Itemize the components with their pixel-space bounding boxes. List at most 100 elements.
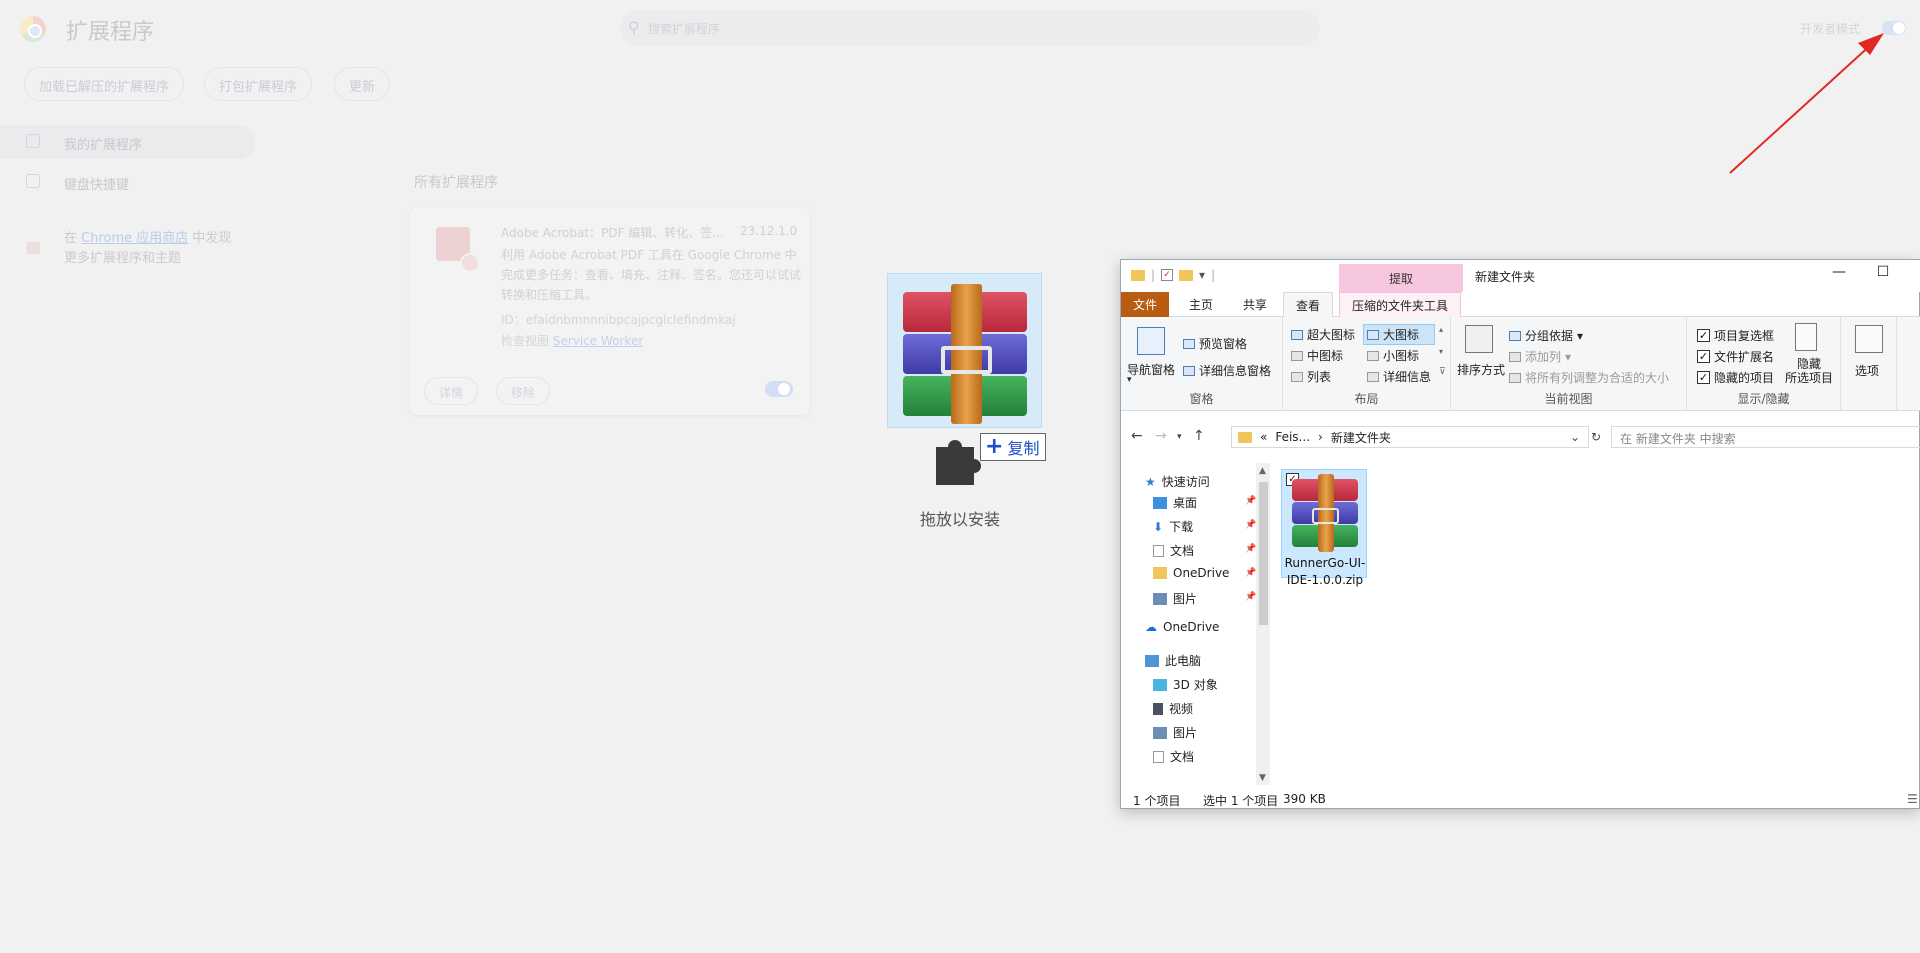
details-pane-button[interactable]: 详细信息窗格 [1183, 362, 1271, 379]
layout-list[interactable]: 列表 [1291, 368, 1331, 385]
preview-pane-button[interactable]: 预览窗格 [1183, 335, 1247, 352]
refresh-button[interactable]: ↻ [1591, 430, 1601, 444]
nav-scrollbar-thumb[interactable] [1259, 482, 1268, 625]
tab-home[interactable]: 主页 [1177, 292, 1225, 317]
selected-size: 390 KB [1283, 792, 1326, 806]
star-icon: ★ [1145, 474, 1156, 489]
navigation-pane-button[interactable]: 导航窗格 [1127, 361, 1175, 378]
minimize-button[interactable]: — [1819, 264, 1859, 288]
selected-count: 选中 1 个项目 [1203, 794, 1279, 808]
folder-icon[interactable] [1131, 269, 1145, 281]
search-input[interactable]: 在 新建文件夹 中搜索 [1611, 426, 1920, 448]
address-bar[interactable]: « Feis... › 新建文件夹 ⌄ [1231, 426, 1589, 448]
layout-small-icons[interactable]: 小图标 [1367, 347, 1419, 364]
add-column-button[interactable]: 添加列 ▾ [1509, 348, 1571, 365]
pin-icon: 📌 [1245, 592, 1257, 602]
cloud-icon: ☁ [1145, 620, 1157, 634]
scroll-down-icon[interactable]: ▾ [1439, 347, 1443, 356]
file-extensions-option[interactable]: ✓ 文件扩展名 [1697, 348, 1774, 365]
scroll-down-icon[interactable]: ▼ [1259, 773, 1266, 783]
nav-item-pictures[interactable]: 图片 [1153, 724, 1197, 741]
sort-by-icon [1465, 325, 1493, 353]
file-explorer-window: | ✓ ▾ | 提取 新建文件夹 — ☐ 文件 主页 共享 查看 压缩的文件夹工… [1120, 259, 1920, 809]
extra-large-icons-icon [1291, 329, 1303, 340]
ribbon: 导航窗格 ▾ 预览窗格 详细信息窗格 窗格 超大图标 大图标 中图标 小图标 列… [1121, 317, 1920, 411]
item-count: 1 个项目 [1133, 794, 1181, 808]
drop-to-install-label: 拖放以安装 [920, 510, 1001, 529]
layout-group: 超大图标 大图标 中图标 小图标 列表 详细信息 ▴ ▾ ⊽ 布局 [1283, 317, 1451, 411]
tab-file[interactable]: 文件 [1121, 292, 1170, 317]
window-title: 新建文件夹 [1475, 270, 1536, 284]
extract-context-tab[interactable]: 提取 [1339, 264, 1463, 292]
pin-icon: 📌 [1245, 568, 1257, 578]
group-label: 窗格 [1189, 392, 1214, 406]
tab-share[interactable]: 共享 [1231, 292, 1279, 317]
nav-item-3d-objects[interactable]: 3D 对象 [1153, 676, 1218, 693]
details-view-icon[interactable]: ☰ [1907, 792, 1918, 806]
new-folder-icon[interactable] [1179, 269, 1194, 281]
nav-item-documents[interactable]: 文档 [1153, 542, 1194, 559]
maximize-button[interactable]: ☐ [1863, 264, 1903, 288]
chevron-down-icon[interactable]: ⌄ [1570, 430, 1580, 444]
nav-item-documents-pc[interactable]: 文档 [1153, 748, 1194, 765]
show-hide-group: ✓ 项目复选框 ✓ 文件扩展名 ✓ 隐藏的项目 隐藏 所选项目 显示/隐藏 [1687, 317, 1841, 411]
scroll-up-icon[interactable]: ▴ [1439, 325, 1443, 334]
group-label: 布局 [1354, 392, 1379, 406]
layout-medium-icons[interactable]: 中图标 [1291, 347, 1343, 364]
details-pane-icon [1183, 365, 1195, 376]
item-checkboxes-option[interactable]: ✓ 项目复选框 [1697, 327, 1774, 344]
nav-item-pictures-pinned[interactable]: 图片 [1153, 590, 1197, 607]
file-name: RunnerGo-UI-IDE-1.0.0.zip [1284, 556, 1366, 587]
pictures-icon [1153, 592, 1167, 605]
group-by-button[interactable]: 分组依据 ▾ [1509, 327, 1583, 344]
more-layouts-icon[interactable]: ⊽ [1439, 367, 1446, 377]
hidden-items-option[interactable]: ✓ 隐藏的项目 [1697, 369, 1774, 386]
nav-item-quick-access[interactable]: ★ 快速访问 [1145, 473, 1210, 490]
layout-extra-large-icons[interactable]: 超大图标 [1291, 326, 1355, 343]
checkbox-checked[interactable]: ✓ [1697, 371, 1710, 384]
group-label: 当前视图 [1544, 392, 1593, 406]
copy-drop-tooltip: + 复制 [980, 433, 1047, 461]
large-icons-icon [1367, 329, 1379, 340]
layout-large-icons[interactable]: 大图标 [1363, 324, 1435, 345]
properties-icon[interactable]: ✓ [1161, 269, 1174, 281]
title-bar: | ✓ ▾ | 提取 新建文件夹 — ☐ [1121, 260, 1920, 292]
up-button[interactable]: ↑ [1193, 428, 1205, 444]
winrar-archive-icon [894, 284, 1036, 424]
document-icon [1153, 750, 1164, 763]
nav-item-downloads[interactable]: ⬇ 下载 [1153, 518, 1193, 535]
recent-locations-button[interactable]: ▾ [1177, 432, 1182, 442]
fit-columns-button[interactable]: 将所有列调整为合适的大小 [1509, 369, 1669, 386]
address-row: ← → ▾ ↑ « Feis... › 新建文件夹 ⌄ ↻ 在 新建文件夹 中搜… [1121, 422, 1920, 452]
qat-dropdown-icon[interactable]: ▾ [1199, 268, 1205, 282]
checkbox-checked[interactable]: ✓ [1697, 329, 1710, 342]
back-button[interactable]: ← [1131, 428, 1143, 444]
tab-view[interactable]: 查看 [1283, 292, 1334, 318]
add-column-icon [1509, 351, 1521, 362]
download-icon: ⬇ [1153, 519, 1164, 534]
breadcrumb-item[interactable]: Feis... [1275, 430, 1310, 444]
computer-icon [1145, 654, 1159, 667]
checkbox-checked[interactable]: ✓ [1697, 350, 1710, 363]
tab-compressed-folder-tools[interactable]: 压缩的文件夹工具 [1339, 292, 1462, 317]
group-by-icon [1509, 330, 1521, 341]
breadcrumb-overflow[interactable]: « [1260, 430, 1267, 444]
medium-icons-icon [1291, 350, 1303, 361]
group-label: 显示/隐藏 [1737, 392, 1790, 406]
nav-item-onedrive[interactable]: ☁ OneDrive [1145, 620, 1219, 634]
nav-item-videos[interactable]: 视频 [1153, 700, 1193, 717]
nav-item-this-pc[interactable]: 此电脑 [1145, 652, 1201, 669]
breadcrumb-separator[interactable]: › [1318, 430, 1323, 444]
forward-button[interactable]: → [1155, 428, 1167, 444]
sort-by-button[interactable]: 排序方式 [1457, 361, 1505, 378]
options-group: 选项 [1841, 317, 1897, 411]
layout-details[interactable]: 详细信息 [1367, 368, 1431, 385]
options-button[interactable]: 选项 [1855, 362, 1879, 379]
file-item[interactable]: ✓ RunnerGo-UI-IDE-1.0.0.zip [1281, 469, 1367, 587]
scroll-up-icon[interactable]: ▲ [1259, 466, 1266, 476]
nav-item-onedrive-pinned[interactable]: OneDrive [1153, 566, 1229, 580]
breadcrumb-item[interactable]: 新建文件夹 [1331, 429, 1391, 446]
status-bar: 1 个项目 选中 1 个项目 390 KB ☰ [1121, 788, 1920, 810]
file-list: ✓ RunnerGo-UI-IDE-1.0.0.zip [1273, 463, 1920, 785]
nav-item-desktop[interactable]: 桌面 [1153, 494, 1197, 511]
